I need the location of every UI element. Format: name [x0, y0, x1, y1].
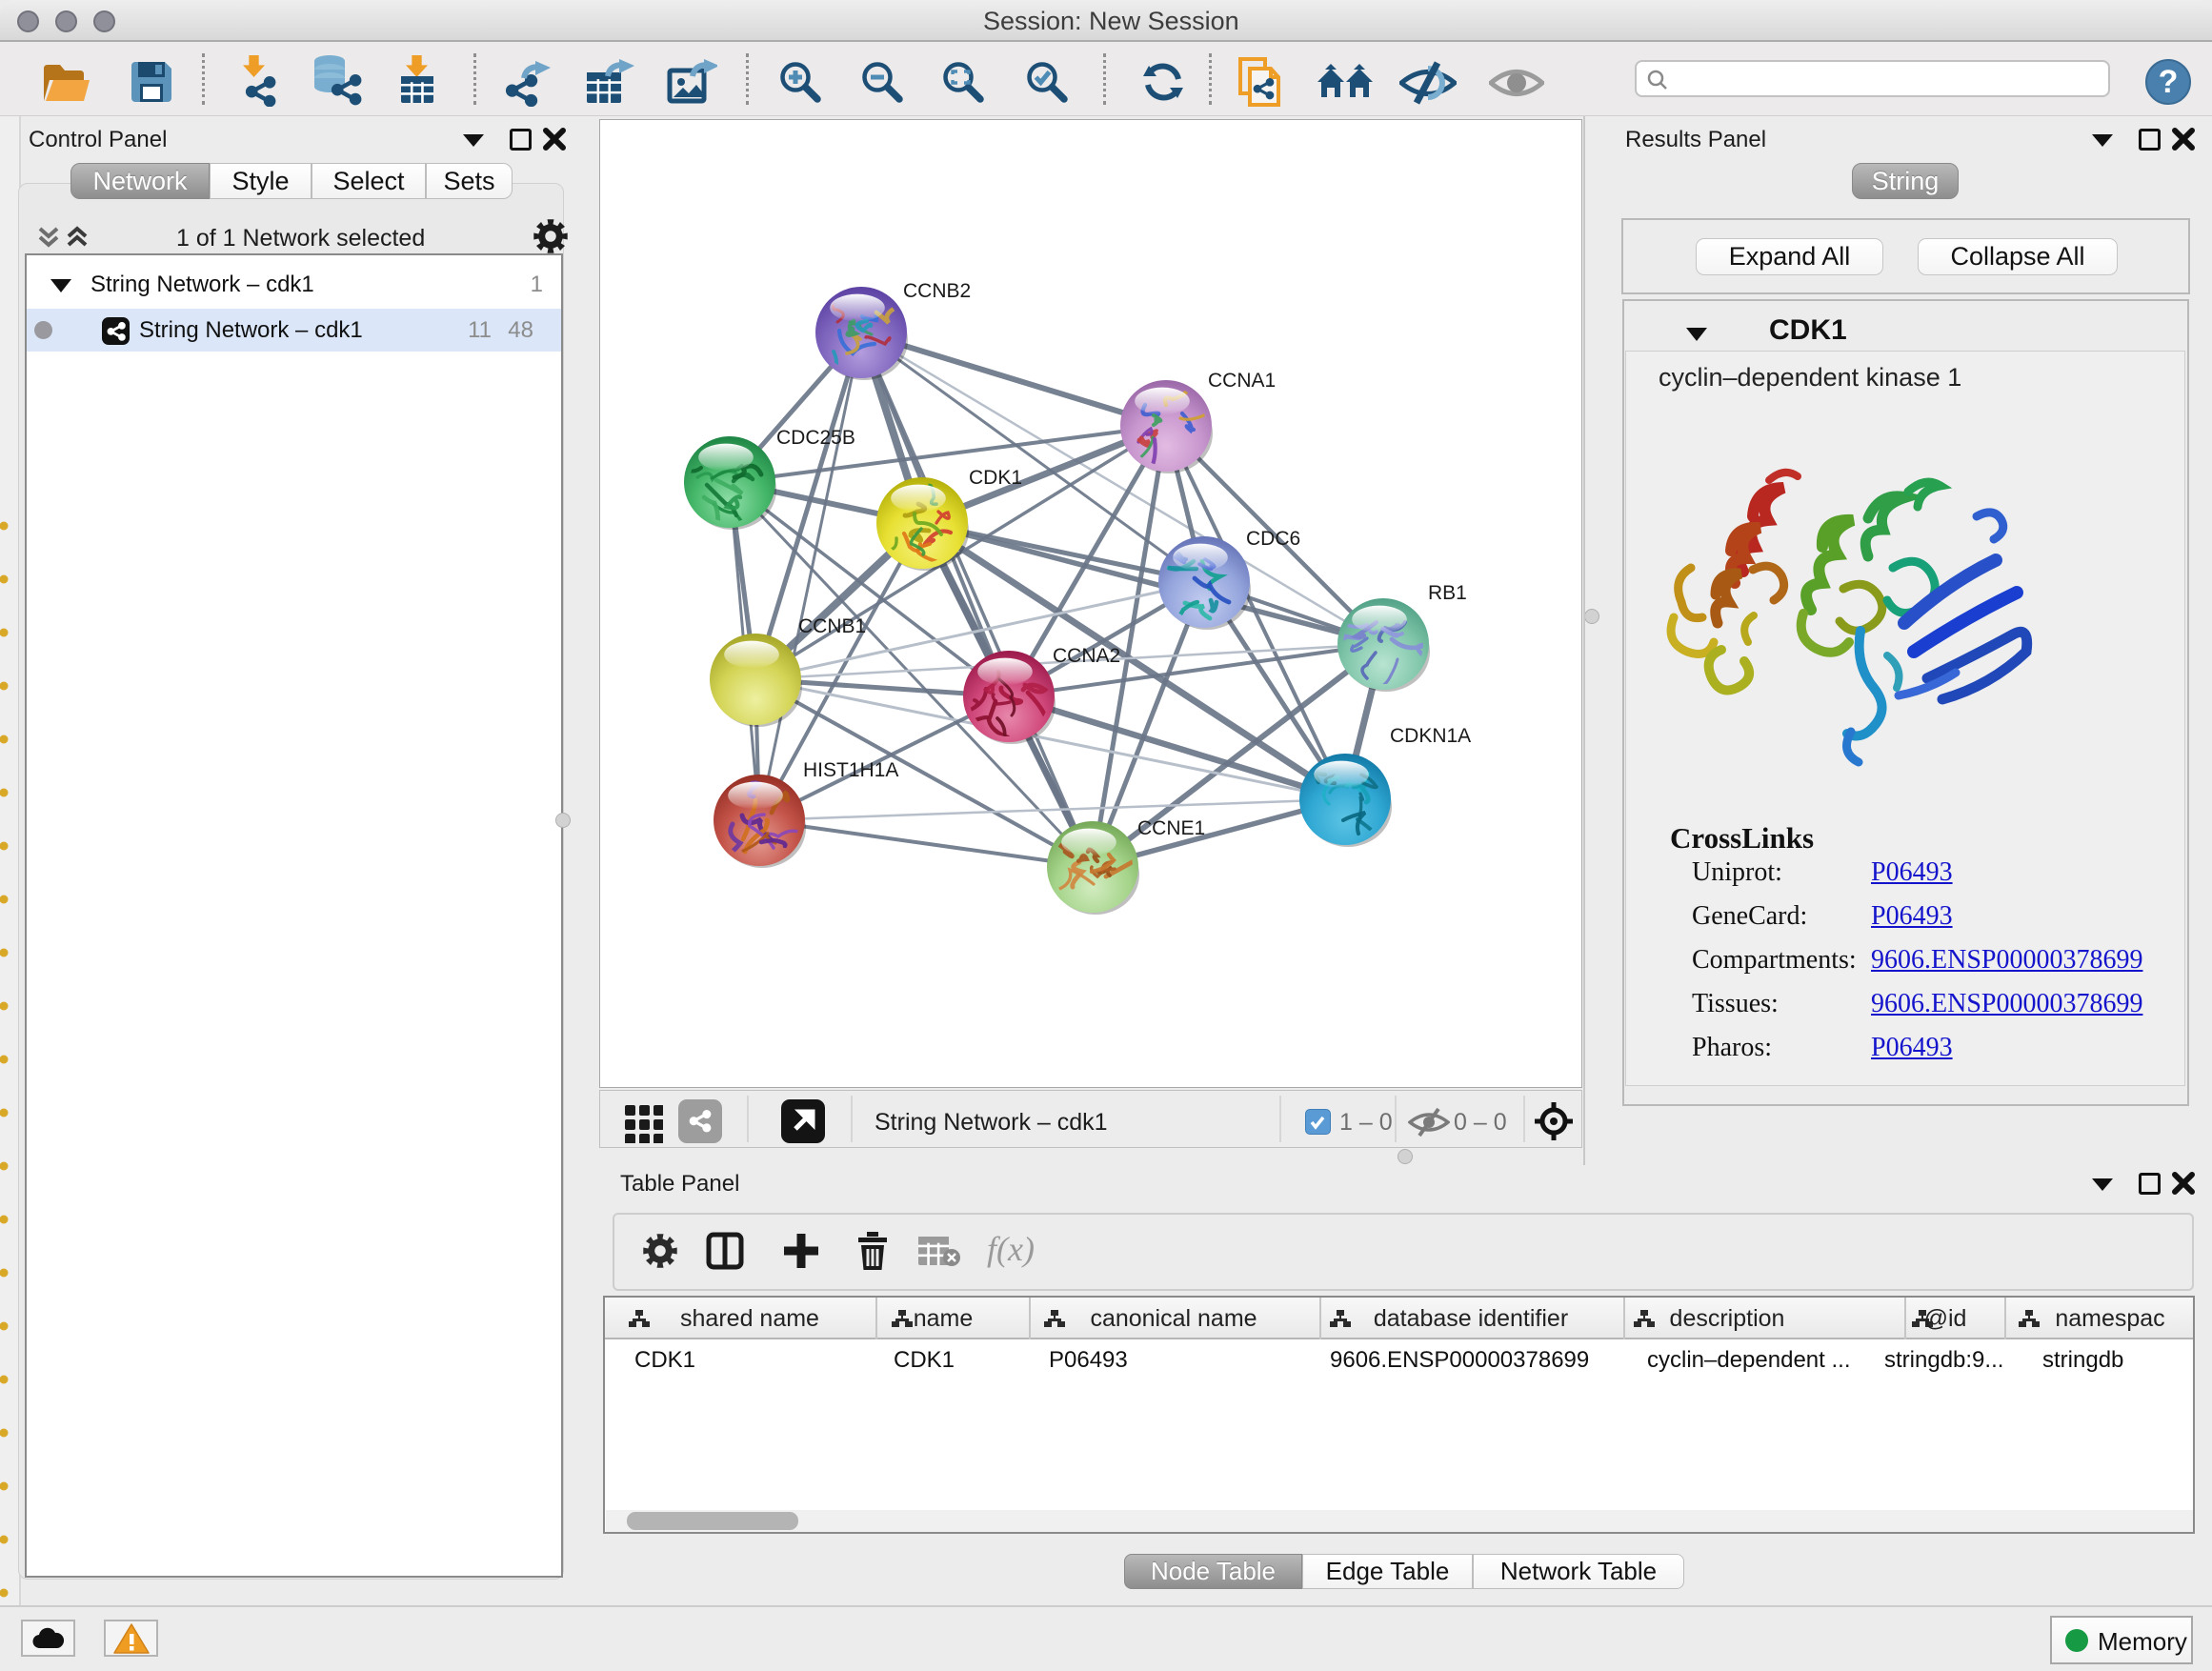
svg-text:RB1: RB1: [1428, 582, 1467, 604]
svg-text:CDC6: CDC6: [1246, 528, 1300, 550]
svg-text:CDKN1A: CDKN1A: [1390, 725, 1471, 747]
svg-text:CCNB2: CCNB2: [903, 280, 971, 302]
svg-text:CCNA2: CCNA2: [1053, 645, 1120, 667]
svg-text:CCNA1: CCNA1: [1208, 370, 1276, 392]
svg-text:HIST1H1A: HIST1H1A: [803, 759, 898, 781]
svg-text:CCNE1: CCNE1: [1137, 817, 1205, 839]
svg-text:CDK1: CDK1: [969, 467, 1022, 489]
svg-text:CDC25B: CDC25B: [776, 427, 855, 449]
svg-text:CCNB1: CCNB1: [798, 615, 866, 637]
